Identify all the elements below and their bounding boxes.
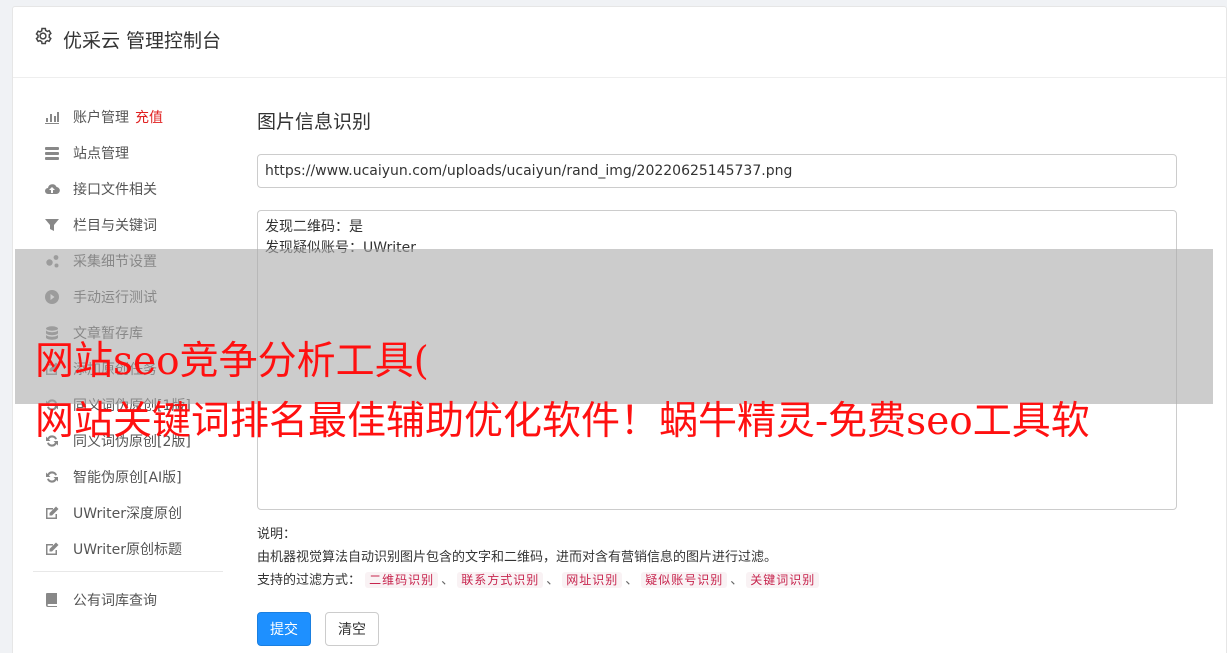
sidebar-item-label: 账户管理: [73, 110, 129, 126]
filter-label: 支持的过滤方式：: [257, 573, 362, 588]
gear-icon: [33, 26, 53, 46]
tag-separator: 、: [625, 573, 639, 588]
filter-tag: 网址识别: [562, 572, 623, 588]
action-buttons: 提交 清空: [257, 612, 1177, 646]
edit-icon: [43, 540, 61, 558]
sidebar-item-label: 智能伪原创[AI版]: [73, 470, 182, 486]
sidebar-item[interactable]: UWriter深度原创: [33, 495, 223, 531]
sidebar-item[interactable]: 公有词库查询: [33, 582, 223, 618]
description: 说明： 由机器视觉算法自动识别图片包含的文字和二维码，进而对含有营销信息的图片进…: [257, 523, 1177, 592]
page-header: 优采云 管理控制台: [13, 7, 1226, 78]
submit-button[interactable]: 提交: [257, 612, 311, 646]
sidebar-item-label: 接口文件相关: [73, 182, 157, 198]
recharge-link[interactable]: 充值: [135, 107, 163, 127]
filter-tag: 二维码识别: [365, 572, 439, 588]
sidebar-divider: [33, 571, 223, 572]
filter-methods: 支持的过滤方式： 二维码识别、联系方式识别、网址识别、疑似账号识别、关键词识别: [257, 569, 1177, 592]
result-line: 发现二维码：是: [265, 219, 363, 235]
sidebar-item[interactable]: 站点管理: [33, 135, 223, 171]
book-icon: [43, 591, 61, 609]
cloud-upload-icon: [43, 180, 61, 198]
server-icon: [43, 144, 61, 162]
sidebar-item[interactable]: UWriter原创标题: [33, 531, 223, 567]
edit-icon: [43, 504, 61, 522]
sidebar-item-label: 栏目与关键词: [73, 218, 157, 234]
section-title: 图片信息识别: [257, 111, 372, 133]
tag-separator: 、: [441, 573, 455, 588]
refresh-icon: [43, 468, 61, 486]
page-title: 优采云 管理控制台: [63, 30, 222, 52]
filter-icon: [43, 216, 61, 234]
tag-separator: 、: [546, 573, 560, 588]
sidebar-item-label: 公有词库查询: [73, 593, 157, 609]
sidebar-item-label: 站点管理: [73, 146, 129, 162]
overlay-title-line2: 网站关键词排名最佳辅助优化软件！蜗牛精灵-免费seo工具软: [35, 399, 1090, 444]
bar-chart-icon: [43, 108, 61, 126]
sidebar-item[interactable]: 接口文件相关: [33, 171, 223, 207]
image-url-input[interactable]: [257, 154, 1177, 188]
clear-button[interactable]: 清空: [325, 612, 379, 646]
filter-tag: 关键词识别: [746, 572, 820, 588]
sidebar-item-label: UWriter深度原创: [73, 506, 182, 522]
filter-tag: 疑似账号识别: [641, 572, 728, 588]
filter-tag: 联系方式识别: [457, 572, 544, 588]
sidebar-item[interactable]: 账户管理 充值: [33, 99, 223, 135]
sidebar-item[interactable]: 智能伪原创[AI版]: [33, 459, 223, 495]
overlay-title-line1: 网站seo竞争分析工具(: [35, 339, 429, 384]
sidebar-item-label: UWriter原创标题: [73, 542, 182, 558]
sidebar-item[interactable]: 栏目与关键词: [33, 207, 223, 243]
desc-text: 由机器视觉算法自动识别图片包含的文字和二维码，进而对含有营销信息的图片进行过滤。: [257, 550, 778, 565]
desc-label: 说明：: [257, 527, 297, 542]
tag-separator: 、: [730, 573, 744, 588]
